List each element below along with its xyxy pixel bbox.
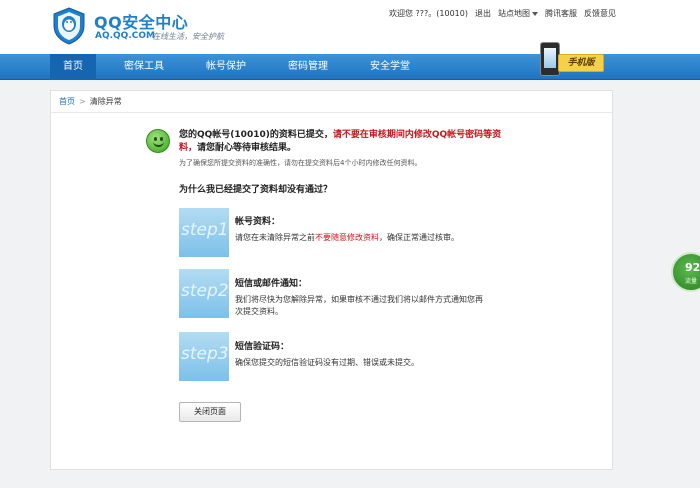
logo-title[interactable]: QQ安全中心: [94, 9, 188, 33]
step2-image-text: step2: [181, 281, 229, 301]
nav-security-tools[interactable]: 密保工具: [114, 54, 174, 80]
step2-image: step2: [179, 269, 229, 318]
sitemap-dropdown[interactable]: 站点地图: [498, 8, 538, 19]
breadcrumb-home-link[interactable]: 首页: [59, 97, 75, 106]
step1-desc-before: 请您在未清除异常之前: [235, 233, 315, 242]
step3-title: 短信验证码：: [235, 342, 290, 352]
welcome-text: 欢迎您 ???。(10010): [389, 9, 468, 18]
floating-traffic-widget[interactable]: 92 流量: [671, 252, 700, 292]
message-note: 为了确保您所提交资料的准确性，请勿在提交资料后4个小时内修改任何资料。: [179, 159, 422, 167]
breadcrumb-current: 清除异常: [89, 97, 122, 106]
step3-image: step3: [179, 332, 229, 381]
smiley-success-icon: [146, 129, 170, 153]
nav-home[interactable]: 首页: [50, 54, 96, 80]
nav-security-school[interactable]: 安全学堂: [360, 54, 420, 80]
step1-image: step1: [179, 208, 229, 257]
message-text: 您的QQ帐号(10010)的资料已提交，: [179, 130, 333, 140]
logo-domain: AQ.QQ.COM: [95, 31, 155, 41]
mobile-version-label: 手机版: [558, 54, 604, 72]
step1-desc-after: ，确保正常通过核审。: [379, 233, 459, 242]
step1-image-text: step1: [181, 220, 229, 240]
widget-label: 流量: [685, 278, 698, 285]
step1-title: 帐号资料：: [235, 217, 281, 227]
feedback-link[interactable]: 反馈意见: [584, 8, 616, 19]
qq-shield-logo-icon[interactable]: [52, 7, 86, 45]
sitemap-label: 站点地图: [498, 9, 530, 18]
step3-image-text: step3: [181, 344, 229, 364]
submission-message: 您的QQ帐号(10010)的资料已提交，请不要在审核期间内修改QQ帐号密码等资料…: [179, 129, 509, 155]
message-wait: 请您耐心等待审核结果。: [197, 143, 297, 153]
top-links: 欢迎您 ???。(10010) 退出 站点地图 腾讯客服 反馈意见: [389, 8, 616, 19]
nav-account-protection[interactable]: 帐号保护: [196, 54, 256, 80]
nav-password-management[interactable]: 密码管理: [278, 54, 338, 80]
chevron-down-icon: [532, 11, 538, 16]
step1-description: 请您在未清除异常之前不要随意修改资料，确保正常通过核审。: [235, 232, 490, 244]
step3-description: 确保您提交的短信验证码没有过期、错误或未提交。: [235, 358, 419, 367]
support-link[interactable]: 腾讯客服: [545, 8, 577, 19]
step2-description: 我们将尽快为您解除异常，如果审核不通过我们将以邮件方式通知您再次提交资料。: [235, 295, 483, 316]
content-panel: 首页 > 清除异常 您的QQ帐号(10010)的资料已提交，请不要在审核期间内修改Q…: [50, 90, 613, 470]
logo-slogan: 在线生活，安全护航: [152, 32, 224, 41]
step2-title: 短信或邮件通知：: [235, 279, 308, 289]
section-heading: 为什么我已经提交了资料却没有通过？: [179, 185, 333, 195]
breadcrumb-separator: >: [79, 97, 86, 106]
breadcrumb: 首页 > 清除异常: [51, 91, 612, 113]
logout-link[interactable]: 退出: [475, 8, 491, 19]
step1-desc-highlight: 不要随意修改资料: [315, 233, 379, 242]
mobile-version-badge[interactable]: 手机版: [534, 42, 606, 82]
widget-number: 92: [685, 261, 700, 274]
close-page-button[interactable]: 关闭页面: [179, 402, 241, 422]
phone-icon: [540, 42, 560, 76]
